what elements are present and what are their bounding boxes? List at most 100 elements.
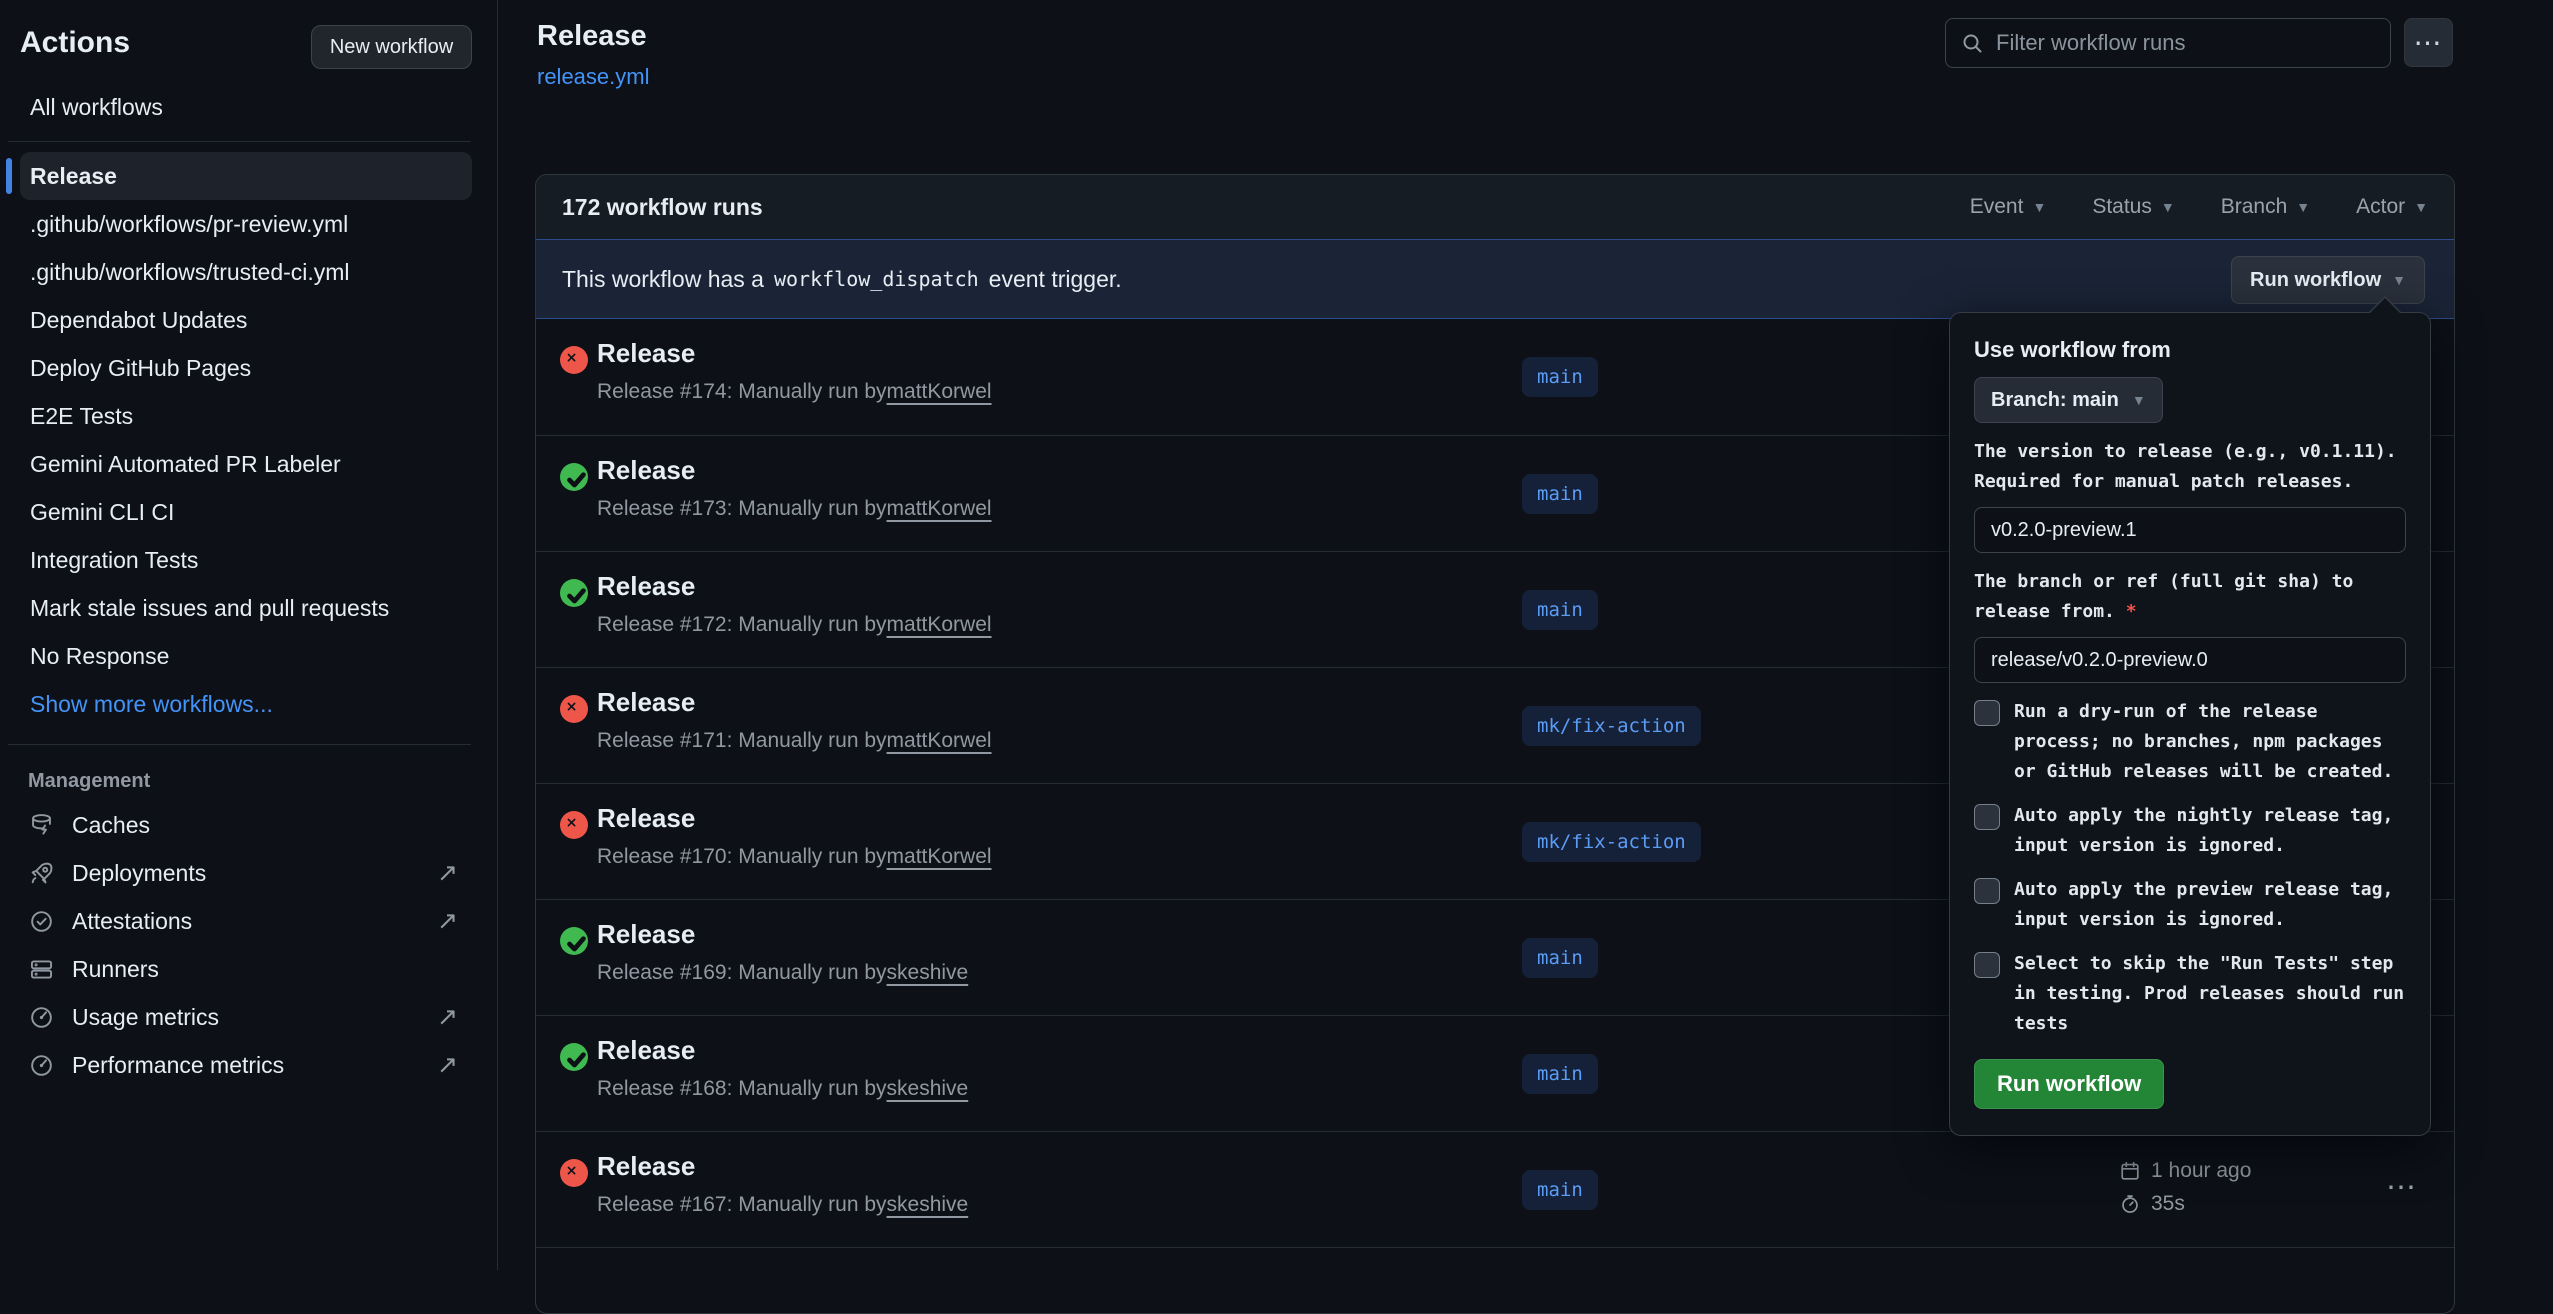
run-duration-label: 35s: [2151, 1192, 2185, 1216]
run-start-time: 1 hour ago: [2119, 1159, 2251, 1183]
branch-chip[interactable]: main: [1522, 590, 1598, 630]
sidebar-item-workflow[interactable]: Deploy GitHub Pages: [20, 344, 472, 392]
run-kebab-button[interactable]: ⋯: [2386, 1170, 2419, 1205]
external-link-icon: ↗: [437, 858, 458, 888]
sidebar-item-workflow[interactable]: Dependabot Updates: [20, 296, 472, 344]
check-icon: [560, 463, 588, 491]
runs-filter-event[interactable]: Event▼: [1970, 195, 2047, 219]
sidebar-item-show-more[interactable]: Show more workflows...: [20, 680, 472, 728]
run-actor-link[interactable]: skeshive: [887, 1077, 969, 1100]
run-description: Release #172: Manually run bymattKorwel: [597, 613, 992, 637]
checkbox-label: Run a dry-run of the release process; no…: [2014, 697, 2406, 787]
checkbox-input[interactable]: [1974, 952, 2000, 978]
sidebar-item-deployments[interactable]: Deployments ↗: [20, 849, 472, 897]
branch-chip[interactable]: mk/fix-action: [1522, 706, 1701, 746]
branch-chip[interactable]: mk/fix-action: [1522, 822, 1701, 862]
run-actor-link[interactable]: mattKorwel: [887, 613, 992, 636]
dialog-checkbox-row: Select to skip the "Run Tests" step in t…: [1974, 949, 2406, 1039]
branch-chip[interactable]: main: [1522, 1054, 1598, 1094]
chevron-down-icon: ▼: [2132, 392, 2146, 408]
chevron-down-icon: ▼: [2392, 272, 2406, 288]
run-description-text: Release #171: Manually run by: [597, 729, 887, 752]
sidebar-item-performance-metrics[interactable]: Performance metrics↗: [20, 1041, 472, 1089]
branch-chip[interactable]: main: [1522, 357, 1598, 397]
success-status-icon: [560, 927, 588, 955]
dialog-heading: Use workflow from: [1974, 337, 2406, 363]
run-actor-link[interactable]: mattKorwel: [887, 497, 992, 520]
run-description-text: Release #174: Manually run by: [597, 380, 887, 403]
runs-filter-actor[interactable]: Actor▼: [2356, 195, 2428, 219]
run-workflow-dialog: Use workflow from Branch: main ▼ The ver…: [1949, 312, 2431, 1136]
filter-workflow-runs-input[interactable]: [1996, 30, 2376, 56]
management-item-label: Attestations: [72, 908, 192, 935]
run-actor-link[interactable]: mattKorwel: [887, 729, 992, 752]
checkbox-input[interactable]: [1974, 878, 2000, 904]
check-icon: [560, 1043, 588, 1071]
sidebar-item-workflow[interactable]: Gemini CLI CI: [20, 488, 472, 536]
sidebar-item-workflow[interactable]: .github/workflows/trusted-ci.yml: [20, 248, 472, 296]
sidebar-item-workflow[interactable]: E2E Tests: [20, 392, 472, 440]
management-item-label: Deployments: [72, 860, 206, 887]
filter-label: Actor: [2356, 195, 2405, 219]
run-duration: 35s: [2119, 1192, 2251, 1216]
dialog-checkbox-row: Auto apply the nightly release tag, inpu…: [1974, 801, 2406, 861]
new-workflow-button[interactable]: New workflow: [311, 25, 472, 69]
run-description-text: Release #173: Manually run by: [597, 497, 887, 520]
run-time-label: 1 hour ago: [2151, 1159, 2251, 1183]
sidebar-item-workflow[interactable]: Mark stale issues and pull requests: [20, 584, 472, 632]
chevron-down-icon: ▼: [2032, 199, 2046, 215]
runs-filter-branch[interactable]: Branch▼: [2221, 195, 2310, 219]
sidebar-item-runners[interactable]: Runners: [20, 945, 472, 993]
run-actor-link[interactable]: mattKorwel: [887, 380, 992, 403]
rocket-icon: [28, 860, 55, 887]
sidebar-item-usage-metrics[interactable]: Usage metrics↗: [20, 993, 472, 1041]
ref-input[interactable]: [1974, 637, 2406, 683]
sidebar-item-workflow[interactable]: No Response: [20, 632, 472, 680]
server-icon: [28, 956, 55, 983]
run-title: Release: [597, 919, 695, 950]
dialog-checkbox-row: Auto apply the preview release tag, inpu…: [1974, 875, 2406, 935]
x-icon: [560, 1159, 588, 1187]
sidebar-item-workflow[interactable]: .github/workflows/pr-review.yml: [20, 200, 472, 248]
banner-code: workflow_dispatch: [774, 267, 979, 291]
run-actor-link[interactable]: skeshive: [887, 1193, 969, 1216]
run-description-text: Release #167: Manually run by: [597, 1193, 887, 1216]
workflow-file-link[interactable]: release.yml: [537, 64, 649, 90]
runs-filter-status[interactable]: Status▼: [2092, 195, 2174, 219]
run-actor-link[interactable]: mattKorwel: [887, 845, 992, 868]
branch-selector-button[interactable]: Branch: main ▼: [1974, 377, 2163, 423]
sidebar-item-workflow[interactable]: Gemini Automated PR Labeler: [20, 440, 472, 488]
sidebar-item-workflow[interactable]: Integration Tests: [20, 536, 472, 584]
workflow-run-row[interactable]: ReleaseRelease #167: Manually run byskes…: [536, 1131, 2454, 1247]
run-meta: 1 hour ago 35s: [2119, 1159, 2251, 1216]
checkbox-input[interactable]: [1974, 804, 2000, 830]
checkbox-input[interactable]: [1974, 700, 2000, 726]
run-description: Release #168: Manually run byskeshive: [597, 1077, 968, 1101]
search-icon: [1960, 31, 1984, 55]
branch-chip[interactable]: main: [1522, 938, 1598, 978]
sidebar-item-all-workflows[interactable]: All workflows: [20, 84, 472, 130]
sidebar-item-workflow[interactable]: Release: [20, 152, 472, 200]
x-icon: [560, 811, 588, 839]
branch-chip[interactable]: main: [1522, 474, 1598, 514]
filter-workflow-runs-box: [1945, 18, 2391, 68]
external-link-icon: ↗: [437, 906, 458, 936]
runs-filters: Event▼Status▼Branch▼Actor▼: [1970, 195, 2428, 219]
run-description: Release #173: Manually run bymattKorwel: [597, 497, 992, 521]
run-title: Release: [597, 803, 695, 834]
workflow-run-row-partial: [536, 1247, 2454, 1271]
sidebar-item-caches[interactable]: Caches: [20, 801, 472, 849]
run-workflow-submit-button[interactable]: Run workflow: [1974, 1059, 2164, 1109]
run-description: Release #167: Manually run byskeshive: [597, 1193, 968, 1217]
checkbox-label: Select to skip the "Run Tests" step in t…: [2014, 949, 2406, 1039]
stopwatch-icon: [2119, 1193, 2141, 1215]
chevron-down-icon: ▼: [2161, 199, 2175, 215]
sidebar-item-attestations[interactable]: Attestations ↗: [20, 897, 472, 945]
branch-chip[interactable]: main: [1522, 1170, 1598, 1210]
run-actor-link[interactable]: skeshive: [887, 961, 969, 984]
chevron-down-icon: ▼: [2296, 199, 2310, 215]
version-input[interactable]: [1974, 507, 2406, 553]
run-description-text: Release #169: Manually run by: [597, 961, 887, 984]
management-item-label: Usage metrics: [72, 1004, 219, 1031]
page-kebab-button[interactable]: ⋯: [2404, 18, 2453, 67]
